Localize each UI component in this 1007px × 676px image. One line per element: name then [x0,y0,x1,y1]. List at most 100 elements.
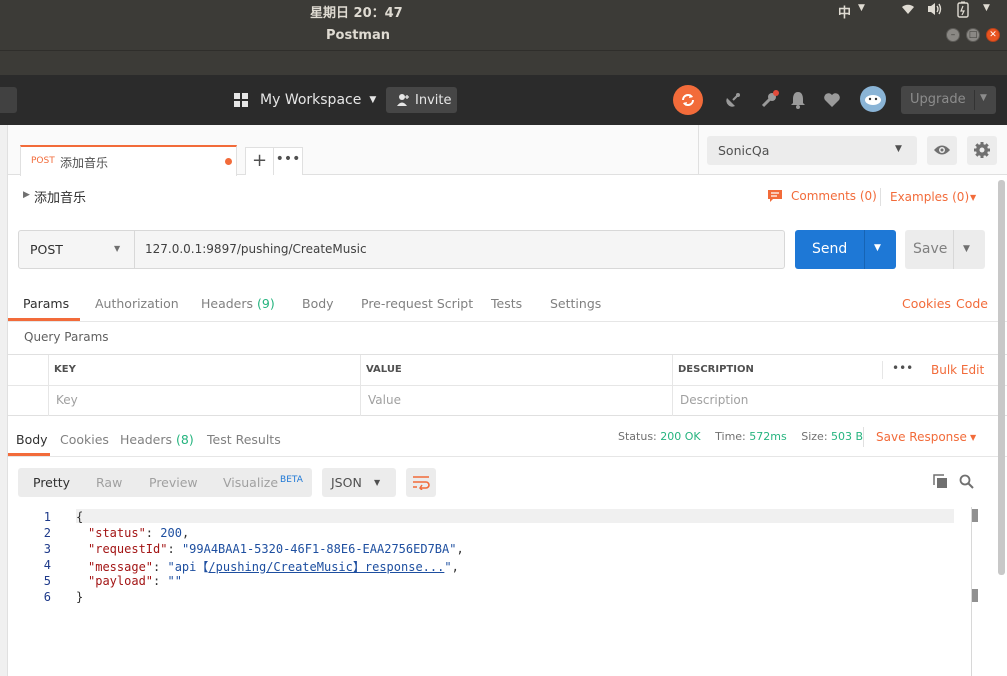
chevron-down-icon[interactable]: ▼ [983,3,990,13]
column-header-key: KEY [54,364,76,375]
response-tab-headers[interactable]: Headers (8) [120,432,194,447]
sync-icon[interactable] [673,85,703,115]
new-tab-button[interactable]: + [245,147,274,175]
tab-params[interactable]: Params [23,296,69,311]
close-window-button[interactable]: ✕ [986,28,1000,42]
caret-down-icon[interactable]: ▼ [980,93,987,103]
caret-down-icon[interactable]: ▼ [963,244,970,254]
satellite-icon[interactable] [723,90,743,110]
url-input[interactable]: 127.0.0.1:9897/pushing/CreateMusic [134,230,785,269]
beta-badge: BETA [280,475,303,485]
fold-marker[interactable] [972,509,978,522]
gear-icon [973,141,991,162]
caret-down-icon[interactable]: ▼ [970,193,976,202]
json-value: "99A4BAA1-5320-46F1-88E6-EAA2756ED7BA" [181,542,457,556]
add-user-icon [396,93,410,107]
tab-tests[interactable]: Tests [491,296,522,311]
workspace-switcher[interactable]: My Workspace ▼ [234,87,376,113]
upgrade-button[interactable]: Upgrade ▼ [901,86,996,114]
save-button[interactable]: Save ▼ [905,230,985,269]
workspace-name: My Workspace [260,92,362,108]
format-select[interactable]: JSON ▼ [322,468,396,497]
search-icon[interactable] [959,474,974,489]
line-number: 2 [43,526,51,540]
tab-headers[interactable]: Headers (9) [201,296,275,311]
bell-icon[interactable] [790,90,806,110]
volume-icon[interactable] [926,1,944,17]
wrench-icon[interactable] [759,90,779,110]
wrap-lines-button[interactable] [406,468,436,497]
size-value[interactable]: 503 B [831,430,863,443]
request-tab[interactable]: POST 添加音乐 [20,145,237,176]
description-input[interactable]: Description [680,393,748,407]
wifi-icon[interactable] [900,1,916,17]
params-table: KEY VALUE DESCRIPTION ••• Bulk Edit Key … [8,354,1007,416]
value-input[interactable]: Value [368,393,401,407]
code-link[interactable]: Code [956,296,988,311]
sidebar-collapsed [0,125,8,676]
more-options-icon[interactable]: ••• [892,361,913,375]
response-tab-cookies[interactable]: Cookies [60,432,109,447]
view-visualize[interactable]: Visualize BETA [223,475,303,490]
code-text: "message": "api【/pushing/CreateMusic】res… [88,560,459,574]
chevron-down-icon[interactable]: ▼ [858,3,865,13]
save-response-button[interactable]: Save Response [876,430,967,444]
cookies-link[interactable]: Cookies [902,296,951,311]
format-label: JSON [331,475,362,490]
view-pretty[interactable]: Pretty [33,475,70,490]
response-tab-test-results[interactable]: Test Results [207,432,281,447]
examples-link[interactable]: Examples (0) [890,190,969,204]
bulk-edit-link[interactable]: Bulk Edit [931,363,984,377]
status-value[interactable]: 200 OK [660,430,700,443]
avatar[interactable] [860,86,886,112]
request-tab-method: POST [31,156,55,166]
comments-link[interactable]: Comments (0) [791,189,877,203]
input-method-indicator[interactable]: 中 [838,2,851,21]
clock[interactable]: 星期日 20：47 [310,2,403,21]
page-scrollbar[interactable] [998,180,1005,575]
comment-icon[interactable] [767,189,783,203]
tab-pre-request-script[interactable]: Pre-request Script [361,296,473,311]
invite-label: Invite [415,92,452,108]
caret-right-icon[interactable]: ▶ [23,190,30,200]
tab-settings[interactable]: Settings [550,296,601,311]
response-body-editor[interactable]: 1 {2 "status": 200, 3 "requestId": "99A4BAA1… [18,507,972,676]
caret-down-icon: ▼ [114,244,121,253]
send-button[interactable]: Send ▼ [795,230,896,269]
url-link[interactable]: /pushing/CreateMusic】response... [208,560,444,574]
environment-select[interactable]: SonicQa ▼ [707,136,917,165]
minimize-window-button[interactable]: – [946,28,960,42]
method-select[interactable]: POST ▼ [18,230,135,269]
eye-icon [933,143,951,160]
tab-authorization[interactable]: Authorization [95,296,179,311]
unsaved-indicator-icon[interactable] [225,158,232,165]
grid-icon [234,93,248,107]
json-value: 200 [160,526,182,540]
active-line-highlight [76,509,954,523]
fold-marker[interactable] [972,589,978,602]
copy-icon[interactable] [933,474,948,489]
json-key: "status" [88,526,146,540]
environment-quick-look-button[interactable] [927,136,957,165]
request-name[interactable]: 添加音乐 [34,187,86,206]
view-raw[interactable]: Raw [96,475,122,490]
maximize-window-button[interactable]: □ [966,28,980,42]
tab-options-button[interactable]: ••• [274,147,303,175]
view-preview[interactable]: Preview [149,475,198,490]
tab-body[interactable]: Body [302,296,334,311]
response-tab-body[interactable]: Body [16,432,48,447]
key-input[interactable]: Key [56,393,78,407]
code-text: "status": 200, [88,526,190,540]
manage-environments-button[interactable] [967,136,997,165]
invite-button[interactable]: Invite [386,87,457,113]
caret-down-icon[interactable]: ▼ [874,243,881,253]
heart-icon[interactable] [823,91,841,109]
view-mode-group: Pretty Raw Preview Visualize BETA [18,468,312,497]
sidebar-toggle-button[interactable] [0,87,17,113]
caret-down-icon[interactable]: ▼ [970,433,976,442]
time-value[interactable]: 572ms [749,430,786,443]
line-number: 6 [43,590,51,604]
caret-down-icon: ▼ [369,95,377,105]
json-key: "message" [88,560,154,574]
battery-icon[interactable] [957,1,969,18]
